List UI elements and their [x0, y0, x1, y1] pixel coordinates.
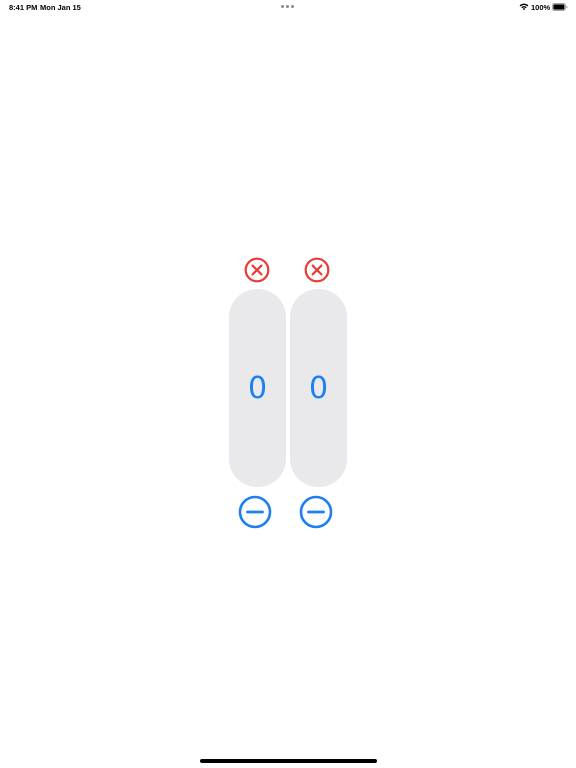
- home-indicator[interactable]: [200, 759, 377, 763]
- clear-counter-2-button[interactable]: [304, 257, 330, 283]
- counter-2-pill[interactable]: 0: [290, 289, 347, 487]
- status-bar: 8:41 PM Mon Jan 15 100%: [0, 0, 576, 14]
- status-time: 8:41 PM: [9, 3, 38, 12]
- counter-1-value: 0: [247, 370, 268, 406]
- screen: 8:41 PM Mon Jan 15 100% 0 0: [0, 0, 576, 768]
- battery-icon: [552, 3, 568, 11]
- decrement-counter-1-button[interactable]: [238, 495, 272, 529]
- counter-2-value: 0: [308, 370, 329, 406]
- status-date: Mon Jan 15: [40, 3, 81, 12]
- xmark-circle-icon: [304, 257, 330, 283]
- minus-circle-icon: [299, 495, 333, 529]
- decrement-counter-2-button[interactable]: [299, 495, 333, 529]
- battery-percentage: 100%: [531, 3, 551, 12]
- multitasking-dots-icon[interactable]: [281, 5, 294, 8]
- wifi-icon: [519, 3, 529, 11]
- counter-1-pill[interactable]: 0: [229, 289, 286, 487]
- xmark-circle-icon: [244, 257, 270, 283]
- clear-counter-1-button[interactable]: [244, 257, 270, 283]
- minus-circle-icon: [238, 495, 272, 529]
